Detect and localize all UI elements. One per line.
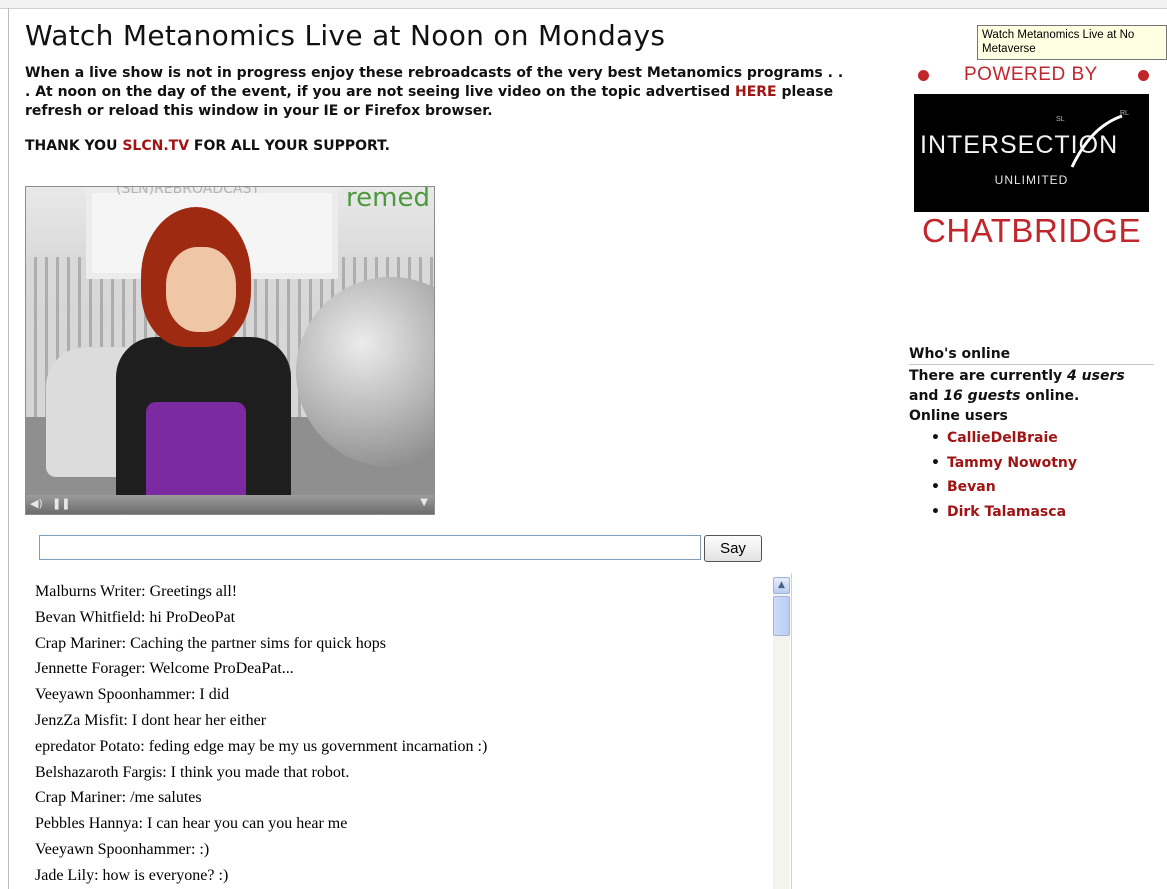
video-player[interactable]: (SLN)REBROADCAST remed ◀) ❚❚ ▼: [25, 186, 435, 515]
video-overlay-text: (SLN)REBROADCAST: [116, 187, 260, 197]
chat-message: Crap Mariner: /me salutes: [35, 789, 202, 807]
online-guests-count: 16 guests: [943, 387, 1021, 404]
here-link[interactable]: HERE: [735, 84, 777, 100]
online-summary: There are currently 4 users and 16 guest…: [909, 367, 1154, 406]
logo-sub-text: UNLIMITED: [994, 173, 1069, 187]
online-user-link[interactable]: Tammy Nowotny: [931, 451, 1154, 476]
slcn-tv-link[interactable]: SLCN.TV: [122, 138, 189, 154]
intersection-logo[interactable]: SL RL INTERSECTION UNLIMITED: [914, 94, 1149, 212]
intro-text: When a live show is not in progress enjo…: [25, 64, 845, 121]
chat-message: Belshazaroth Fargis: I think you made th…: [35, 763, 350, 781]
chat-log[interactable]: Malburns Writer: Greetings all! Bevan Wh…: [25, 573, 792, 889]
chat-message: Malburns Writer: Greetings all!: [35, 583, 238, 600]
thanks-part-1: THANK YOU: [25, 138, 123, 154]
whos-online-heading: Who's online: [909, 344, 1154, 365]
chat-message: JenzZa Misfit: I dont hear her either: [35, 711, 267, 729]
top-frame-border: [0, 0, 1167, 9]
chat-message: Bevan Whitfield: hi ProDeoPat: [35, 608, 236, 626]
tooltip: Watch Metanomics Live at No Metaverse: [977, 25, 1167, 60]
chat-input[interactable]: [39, 535, 701, 560]
triangle-down-icon[interactable]: ▼: [420, 497, 428, 508]
chat-message: Veeyawn Spoonhammer: I did: [35, 686, 230, 704]
online-user-link[interactable]: CallieDelBraie: [931, 426, 1154, 451]
thanks-text: THANK YOU SLCN.TV FOR ALL YOUR SUPPORT.: [25, 138, 845, 154]
chatbridge-title: CHATBRIDGE: [922, 212, 1141, 249]
bullet-dot-icon: [918, 70, 929, 81]
intro-text-part-1: When a live show is not in progress enjo…: [25, 65, 844, 100]
chat-message: Jade Lily: how is everyone? :): [35, 866, 229, 884]
tooltip-line-1: Watch Metanomics Live at No: [982, 29, 1135, 41]
online-users-list: CallieDelBraie Tammy Nowotny Bevan Dirk …: [909, 426, 1154, 524]
pause-icon[interactable]: ❚❚: [52, 497, 70, 510]
online-user-link[interactable]: Bevan: [931, 475, 1154, 500]
online-users-count: 4 users: [1067, 368, 1125, 384]
chat-scrollbar[interactable]: ▲: [773, 577, 790, 889]
whos-online-block: Who's online There are currently 4 users…: [909, 344, 1154, 524]
online-text-2: and: [909, 387, 944, 404]
logo-main-text: INTERSECTION: [920, 131, 1119, 159]
main-content: Watch Metanomics Live at Noon on Mondays…: [25, 18, 845, 154]
avatar-face: [166, 247, 236, 332]
bullet-dot-icon: [1138, 70, 1149, 81]
powered-by-banner: POWERED BY: [916, 64, 1156, 88]
say-button[interactable]: Say: [704, 535, 762, 562]
online-text-1: There are currently: [909, 368, 1068, 384]
chat-message: Pebbles Hannya: I can hear you can you h…: [35, 815, 348, 833]
video-frame: (SLN)REBROADCAST remed: [26, 187, 434, 495]
chat-message: Crap Mariner: Caching the partner sims f…: [35, 634, 387, 652]
left-frame-border: [8, 8, 9, 889]
video-controls-bar: ◀) ❚❚ ▼: [26, 495, 434, 514]
chat-message: epredator Potato: feding edge may be my …: [35, 737, 488, 755]
online-text-3: online.: [1020, 387, 1080, 404]
chat-lines: Malburns Writer: Greetings all! Bevan Wh…: [35, 579, 765, 889]
scroll-thumb[interactable]: [773, 596, 790, 636]
chat-message: Veeyawn Spoonhammer: :): [35, 840, 210, 858]
online-users-label: Online users: [909, 408, 1008, 424]
thanks-part-2: FOR ALL YOUR SUPPORT.: [189, 138, 390, 154]
speaker-icon[interactable]: ◀): [30, 497, 43, 510]
chat-message: Jennette Forager: Welcome ProDeaPat...: [35, 660, 294, 678]
avatar-corset: [146, 402, 246, 495]
powered-by-text: POWERED BY: [964, 64, 1098, 85]
scroll-up-arrow-icon[interactable]: ▲: [773, 577, 790, 594]
video-overlay-green: remed: [346, 187, 430, 213]
tooltip-line-2: Metaverse: [982, 43, 1036, 55]
page-title: Watch Metanomics Live at Noon on Mondays: [25, 19, 666, 52]
online-user-link[interactable]: Dirk Talamasca: [931, 500, 1154, 525]
